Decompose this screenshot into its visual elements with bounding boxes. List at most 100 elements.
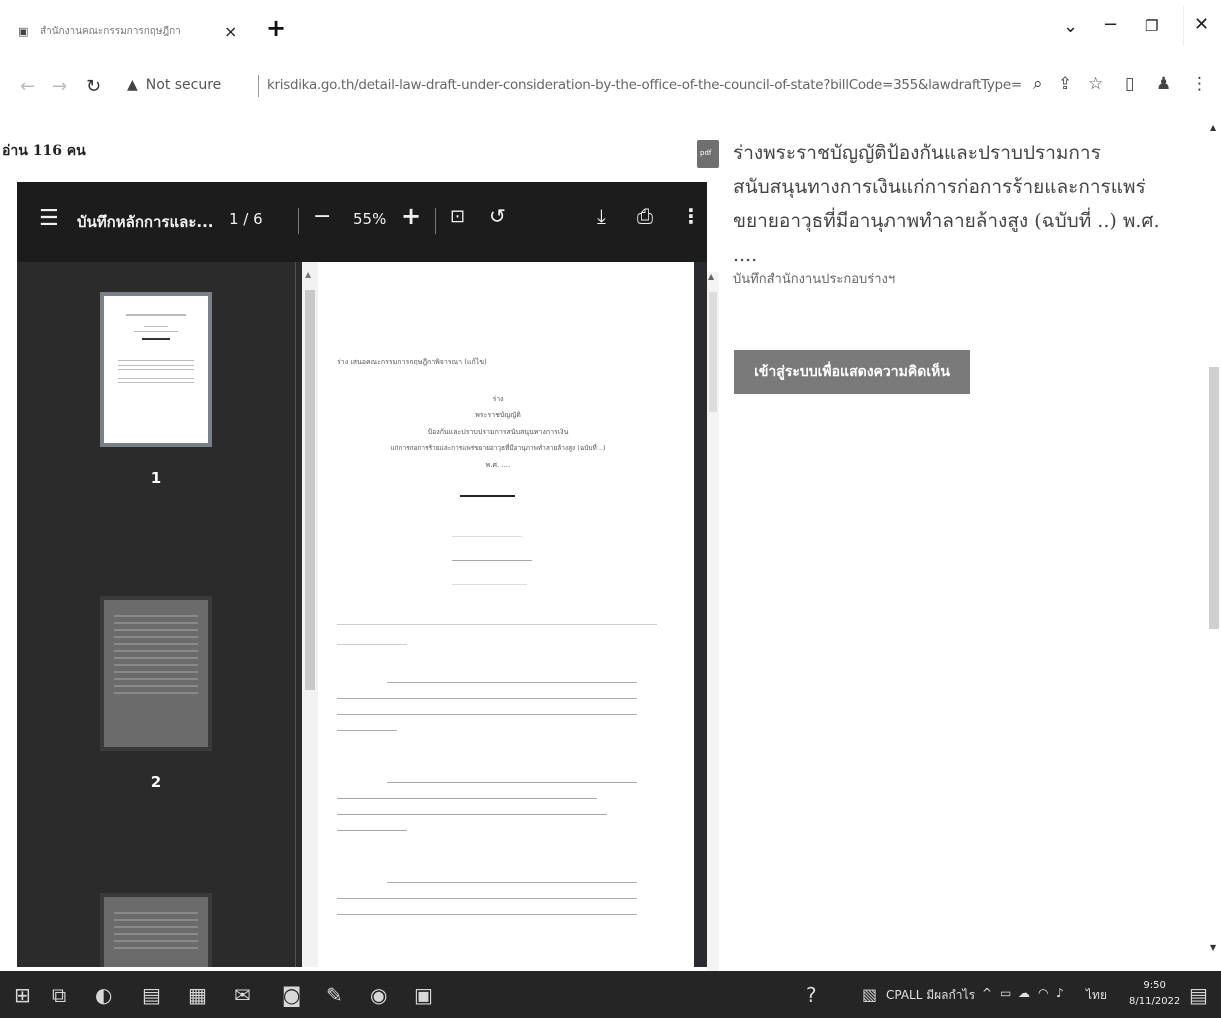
file-explorer-icon[interactable]: ▤ xyxy=(142,983,161,1007)
page-scrollbar[interactable]: ▲ xyxy=(302,262,318,967)
page-line: พ.ศ. .... xyxy=(485,461,511,469)
thumbnail-image xyxy=(100,292,212,447)
tab-title: สำนักงานคณะกรรมการกฤษฎีกา xyxy=(40,25,181,37)
page-text-line xyxy=(387,782,637,783)
page-line-faint xyxy=(337,644,407,645)
thumbnail-image xyxy=(100,596,212,751)
page-indicator[interactable]: 1 / 6 xyxy=(229,210,263,228)
rotate-icon[interactable]: ↺ xyxy=(489,204,506,228)
new-tab-button[interactable]: + xyxy=(266,14,286,42)
close-window-button[interactable]: ✕ xyxy=(1194,14,1209,35)
scroll-thumb[interactable] xyxy=(709,292,717,412)
tab-strip: ▣ สำนักงานคณะกรรมการกฤษฎีกา × + ⌄ − ❐ ✕ xyxy=(0,0,1221,60)
browser-menu-icon[interactable]: ⋮ xyxy=(1191,74,1208,94)
stock-widget-icon[interactable]: ▧ xyxy=(862,985,877,1004)
clock-time: 9:50 xyxy=(1143,980,1166,991)
forward-arrow-icon[interactable]: → xyxy=(52,76,67,97)
scroll-thumb[interactable] xyxy=(305,290,315,690)
minimize-button[interactable]: − xyxy=(1103,14,1118,35)
zoom-magnifier-icon[interactable]: ⌕ xyxy=(1033,74,1043,94)
windows-taskbar: ⊞ ⧉ ◐ ▤ ▦ ✉ ◙ ✎ ◉ ▣ ? ▧ CPALL มีผลกำไร ^… xyxy=(0,971,1221,1018)
scroll-thumb[interactable] xyxy=(1209,367,1219,629)
reload-icon[interactable]: ↻ xyxy=(86,76,101,97)
page-line-faint xyxy=(452,560,532,561)
site-favicon-icon: ▣ xyxy=(18,25,29,38)
thumbnail-number: 1 xyxy=(150,469,162,487)
url-field[interactable]: krisdika.go.th/detail-law-draft-under-co… xyxy=(267,77,1022,93)
window-control-divider xyxy=(1183,6,1184,46)
taskbar-clock[interactable]: 9:50 8/11/2022 xyxy=(1129,978,1180,1010)
reader-count: อ่าน 116 คน xyxy=(2,143,86,159)
thumbnail-page-1[interactable]: 1 xyxy=(100,292,212,487)
pdf-page: ร่าง เสนอคณะกรรมการกฤษฎีกาพิจารณา (แก้ไข… xyxy=(302,262,694,967)
toolbar-divider xyxy=(298,208,299,234)
scroll-down-arrow-icon[interactable]: ▼ xyxy=(1210,943,1216,952)
help-icon[interactable]: ? xyxy=(806,983,817,1007)
tray-overflow-icon[interactable]: ^ xyxy=(982,986,992,1000)
scroll-up-arrow-icon[interactable]: ▲ xyxy=(305,270,311,279)
wifi-icon[interactable]: ◠ xyxy=(1038,986,1048,1000)
page-text-line xyxy=(337,914,637,915)
more-options-icon[interactable]: ⋮ xyxy=(681,204,701,228)
profile-icon[interactable]: ♟ xyxy=(1156,74,1171,94)
notifications-icon[interactable]: ▤ xyxy=(1189,983,1208,1007)
bookmark-star-icon[interactable]: ☆ xyxy=(1088,74,1103,94)
page-scrollbar-main[interactable]: ▲ ▼ xyxy=(1207,115,1221,970)
page-text-line xyxy=(387,682,637,683)
page-line-faint xyxy=(452,536,522,537)
thumbnail-page-2[interactable]: 2 xyxy=(100,596,212,791)
page-line: ร่าง xyxy=(492,395,504,403)
page-line: แก่การก่อการร้ายและการแพร่ขยายอาวุธที่มี… xyxy=(390,444,606,452)
tab-close-button[interactable]: × xyxy=(224,22,237,41)
zoom-in-icon[interactable]: + xyxy=(401,202,421,230)
tab-search-chevron-icon[interactable]: ⌄ xyxy=(1063,16,1078,37)
page-text-line xyxy=(337,830,407,831)
paint-icon[interactable]: ✎ xyxy=(326,983,343,1007)
back-arrow-icon[interactable]: ← xyxy=(20,76,35,97)
chrome-icon[interactable]: ◉ xyxy=(370,983,387,1007)
start-windows-icon[interactable]: ⊞ xyxy=(14,983,31,1007)
not-secure-label: Not secure xyxy=(145,77,222,93)
page-text-line xyxy=(337,730,397,731)
page-line-faint xyxy=(452,584,527,585)
thumbnail-image xyxy=(100,893,212,967)
share-icon[interactable]: ⇪ xyxy=(1058,74,1072,94)
side-panel-icon[interactable]: ▯ xyxy=(1125,74,1134,94)
word-icon[interactable]: ▣ xyxy=(414,983,433,1007)
volume-icon[interactable]: ♪ xyxy=(1056,986,1064,1000)
network-icon[interactable]: ▭ xyxy=(1000,986,1011,1000)
onedrive-icon[interactable]: ☁ xyxy=(1018,986,1030,1000)
task-view-icon[interactable]: ⧉ xyxy=(52,983,66,1007)
pdf-viewer: ☰ บันทึกหลักการและ... 1 / 6 − 55% + ⊡ ↺ … xyxy=(17,182,707,967)
download-icon[interactable]: ⤓ xyxy=(597,204,606,228)
url-divider xyxy=(258,75,259,97)
page-line: พระราชบัญญัติ xyxy=(475,411,521,419)
language-indicator[interactable]: ไทย xyxy=(1086,986,1107,1005)
browser-tab[interactable]: ▣ สำนักงานคณะกรรมการกฤษฎีกา × xyxy=(18,18,237,44)
document-heading[interactable]: ร่างพระราชบัญญัติป้องกันและปราบปรามการสน… xyxy=(733,136,1173,272)
fit-page-icon[interactable]: ⊡ xyxy=(450,206,465,227)
page-header-text: ร่าง เสนอคณะกรรมการกฤษฎีกาพิจารณา (แก้ไข… xyxy=(337,358,487,366)
pdf-toolbar: ☰ บันทึกหลักการและ... 1 / 6 − 55% + ⊡ ↺ … xyxy=(17,182,707,262)
maximize-button[interactable]: ❐ xyxy=(1145,17,1158,35)
edge-browser-icon[interactable]: ◐ xyxy=(95,983,112,1007)
page-text-line xyxy=(337,814,607,815)
thumbnail-page-3[interactable] xyxy=(100,893,212,967)
scroll-up-arrow-icon[interactable]: ▲ xyxy=(1210,123,1216,132)
hamburger-menu-icon[interactable]: ☰ xyxy=(39,206,59,231)
store-icon[interactable]: ▦ xyxy=(188,983,207,1007)
page-text-line xyxy=(337,898,637,899)
scroll-up-arrow-icon[interactable]: ▲ xyxy=(708,272,714,281)
stock-widget-label[interactable]: CPALL มีผลกำไร xyxy=(886,986,975,1005)
page-line: ป้องกันและปราบปรามการสนับสนุนทางการเงิน xyxy=(427,428,569,436)
page-rule xyxy=(460,495,515,497)
zoom-level[interactable]: 55% xyxy=(353,210,386,228)
security-indicator[interactable]: ▲ Not secure xyxy=(127,77,221,93)
app-g-icon[interactable]: ◙ xyxy=(282,983,301,1007)
print-icon[interactable]: ⎙ xyxy=(637,204,653,228)
zoom-out-icon[interactable]: − xyxy=(313,204,331,229)
viewer-scrollbar[interactable]: ▲ xyxy=(707,272,719,972)
mail-icon[interactable]: ✉ xyxy=(234,983,251,1007)
login-to-comment-button[interactable]: เข้าสู่ระบบเพื่อแสดงความคิดเห็น xyxy=(734,350,970,394)
page-line-faint xyxy=(337,624,657,625)
